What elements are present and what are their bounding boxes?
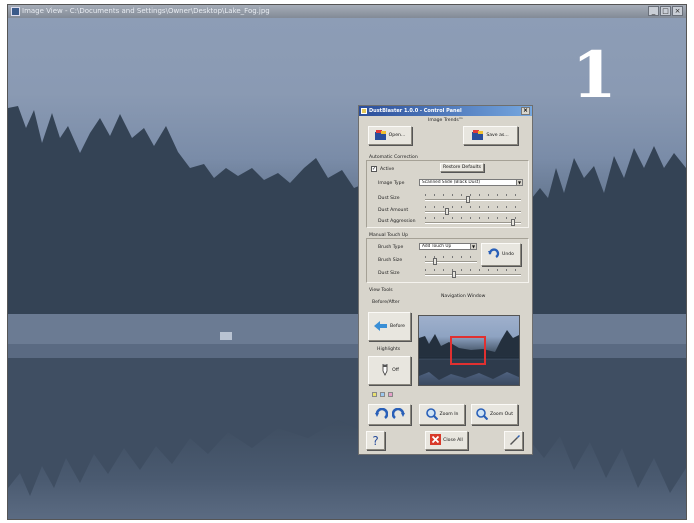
highlights-label: Highlights: [377, 347, 401, 352]
image-type-select[interactable]: Scanned Slide (Black Dust) ▼: [419, 179, 523, 186]
frame-number: 1: [572, 38, 617, 113]
slider-thumb[interactable]: [466, 196, 470, 203]
rotate-buttons[interactable]: [368, 404, 411, 425]
slider-track: [425, 199, 521, 201]
active-checkbox[interactable]: ✓: [371, 166, 377, 172]
maximize-button[interactable]: □: [660, 6, 671, 16]
open-label: Open...: [388, 133, 406, 138]
viewer-app-icon: [11, 7, 20, 16]
touch-dust-size-label: Dust Size: [378, 271, 400, 276]
navigation-view-box[interactable]: [450, 336, 486, 365]
highlight-swatch-blue[interactable]: [380, 392, 385, 397]
dust-size-slider[interactable]: [425, 194, 521, 203]
panel-app-icon: [361, 108, 367, 114]
viewer-window-controls: _ □ ×: [648, 6, 683, 16]
highlights-off-button[interactable]: Off: [368, 356, 411, 385]
zoom-in-label: Zoom In: [439, 412, 459, 417]
save-icon: [472, 129, 484, 142]
close-all-button[interactable]: Close All: [425, 431, 468, 450]
highlight-swatch-yellow[interactable]: [372, 392, 377, 397]
open-button[interactable]: Open...: [368, 126, 412, 145]
minimize-button[interactable]: _: [648, 6, 659, 16]
slider-thumb[interactable]: [452, 271, 456, 278]
view-tools-heading: View Tools: [369, 288, 393, 293]
before-button[interactable]: Before: [368, 312, 411, 341]
highlighter-pen-icon: [380, 363, 390, 378]
active-label: Active: [380, 167, 395, 172]
chevron-down-icon: ▼: [516, 180, 522, 185]
touch-dust-size-slider[interactable]: [425, 269, 521, 278]
zoom-out-button[interactable]: Zoom Out: [471, 404, 518, 425]
slider-thumb[interactable]: [433, 258, 437, 265]
brush-type-value: Add Touch Up: [422, 244, 452, 249]
save-as-button[interactable]: Save as...: [463, 126, 518, 145]
viewer-titlebar[interactable]: Image View - C:\Documents and Settings\O…: [8, 5, 686, 18]
brush-type-select[interactable]: Add Touch Up ▼: [419, 243, 477, 250]
brush-type-label: Brush Type: [378, 245, 404, 250]
slider-ticks: [425, 217, 521, 219]
off-label: Off: [392, 368, 399, 373]
close-x-icon: [430, 434, 442, 447]
magnifier-plus-icon: [425, 407, 438, 422]
brush-size-slider[interactable]: [425, 256, 477, 265]
slider-thumb[interactable]: [511, 219, 515, 226]
pen-tool-icon: [508, 434, 520, 448]
dust-aggression-slider[interactable]: [425, 217, 521, 226]
settings-button[interactable]: [504, 431, 523, 450]
slider-track: [425, 211, 521, 213]
before-label: Before: [389, 324, 406, 329]
restore-defaults-label: Restore Defaults: [442, 165, 482, 170]
slider-ticks: [425, 194, 521, 196]
help-icon: ?: [372, 433, 379, 448]
restore-defaults-button[interactable]: Restore Defaults: [440, 163, 484, 172]
highlight-swatch-pink[interactable]: [388, 392, 393, 397]
image-trends-heading: Image Trends™: [428, 118, 464, 123]
image-type-label: Image Type: [378, 181, 405, 186]
panel-titlebar[interactable]: DustBlaster 1.0.0 - Control Panel ×: [359, 106, 532, 116]
panel-title: DustBlaster 1.0.0 - Control Panel: [369, 108, 462, 114]
close-button[interactable]: ×: [672, 6, 683, 16]
help-button[interactable]: ?: [366, 431, 385, 450]
undo-arrow-icon: [487, 248, 500, 261]
rotate-right-icon[interactable]: [391, 407, 405, 422]
undo-button[interactable]: Undo: [481, 243, 521, 266]
slider-ticks: [425, 206, 521, 208]
brush-size-label: Brush Size: [378, 258, 403, 263]
dust-amount-slider[interactable]: [425, 206, 521, 215]
dust-size-label: Dust Size: [378, 196, 400, 201]
image-type-value: Scanned Slide (Black Dust): [422, 180, 481, 185]
panel-close-button[interactable]: ×: [521, 107, 530, 115]
dust-aggression-label: Dust Aggression: [378, 219, 416, 224]
slider-ticks: [425, 269, 521, 271]
chevron-down-icon: ▼: [470, 244, 476, 249]
zoom-in-button[interactable]: Zoom In: [419, 404, 465, 425]
before-after-label: Before/After: [372, 300, 400, 305]
folder-icon: [374, 129, 387, 142]
slider-track: [425, 222, 521, 224]
slider-track: [425, 274, 521, 276]
navigation-window-label: Navigation Window: [441, 294, 486, 299]
before-arrow-icon: [373, 320, 388, 333]
rotate-left-icon[interactable]: [374, 407, 388, 422]
slider-thumb[interactable]: [445, 208, 449, 215]
undo-label: Undo: [501, 252, 514, 257]
viewer-title: Image View - C:\Documents and Settings\O…: [22, 7, 270, 15]
magnifier-minus-icon: [476, 407, 489, 422]
dust-amount-label: Dust Amount: [378, 208, 409, 213]
zoom-out-label: Zoom Out: [489, 412, 514, 417]
save-as-label: Save as...: [486, 133, 509, 138]
close-all-label: Close All: [443, 438, 463, 443]
